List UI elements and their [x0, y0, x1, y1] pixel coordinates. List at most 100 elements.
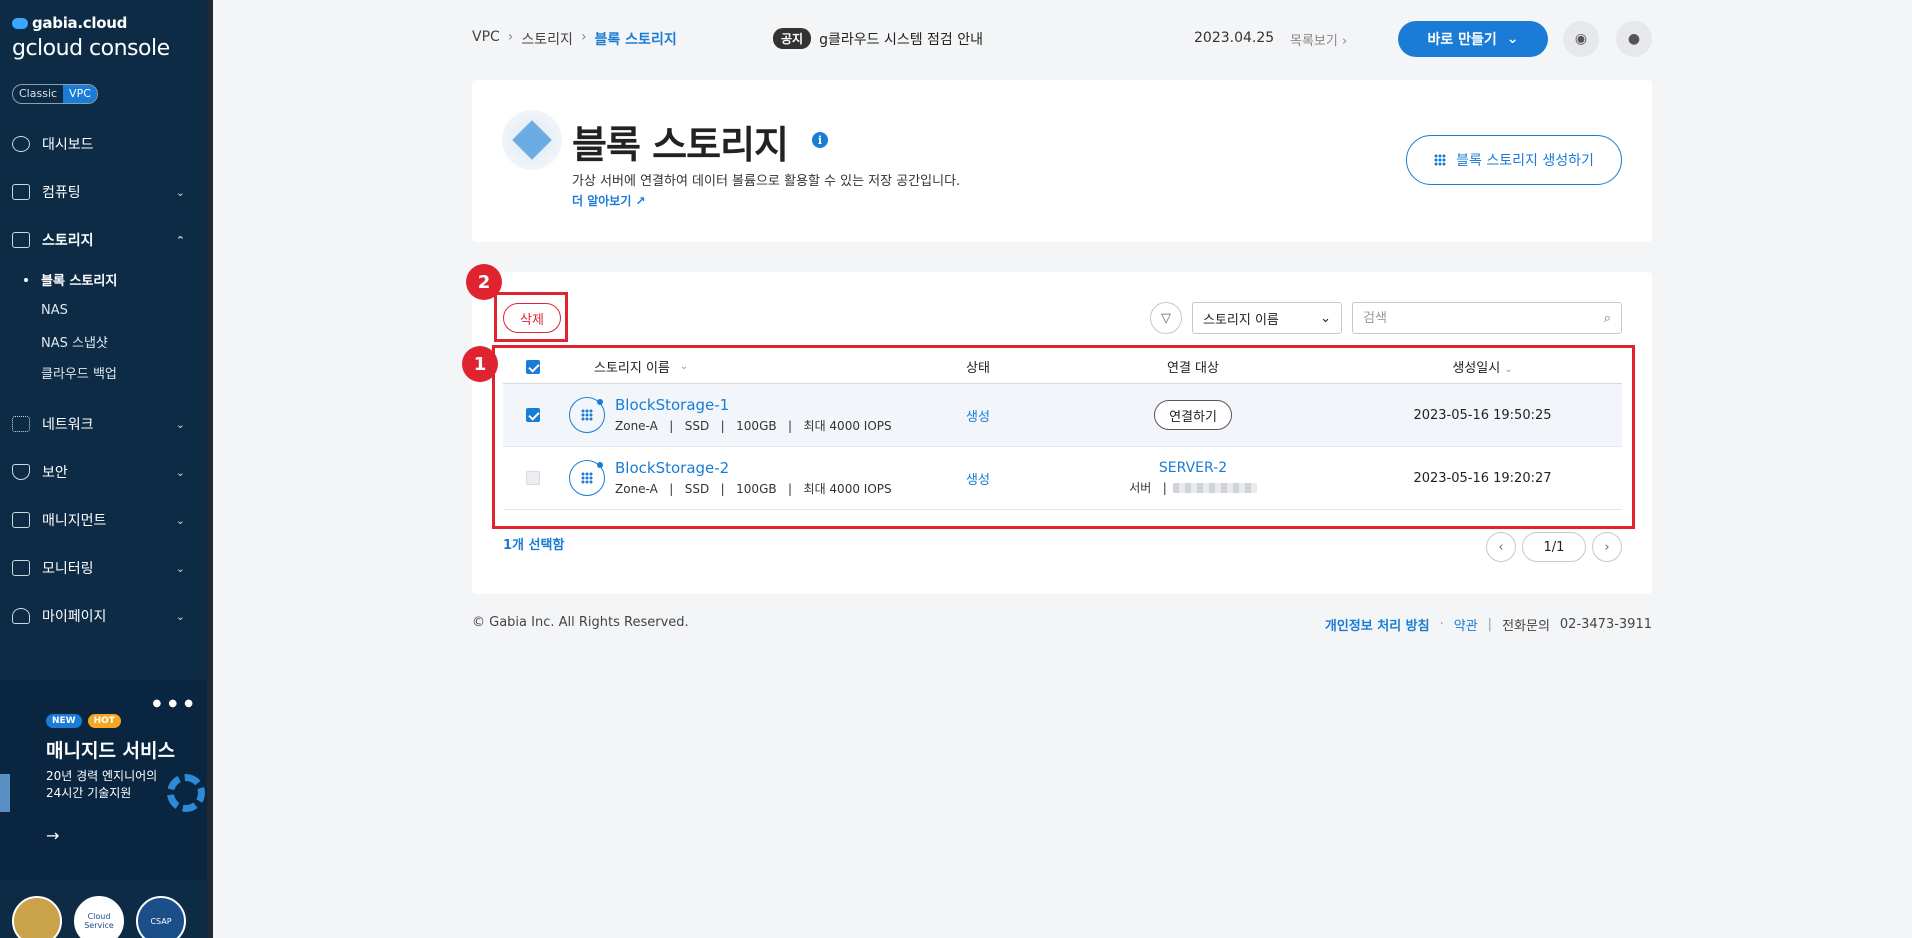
mode-classic[interactable]: Classic	[13, 85, 63, 103]
notice-date: 2023.04.25	[1194, 30, 1275, 46]
col-header-name[interactable]: 스토리지 이름 ⌄	[563, 357, 913, 376]
dashboard-icon	[12, 136, 30, 152]
grid-icon	[1434, 154, 1447, 166]
network-icon	[12, 416, 30, 432]
page-title: 블록 스토리지	[572, 123, 789, 167]
quick-create-button[interactable]: 바로 만들기 ⌄	[1398, 21, 1548, 57]
pagination: ‹ 1/1 ›	[1486, 532, 1622, 562]
footer-links: 개인정보 처리 방침 · 약관 | 전화문의 02-3473-3911	[1325, 615, 1652, 634]
sort-icon[interactable]: ⌄	[680, 361, 688, 372]
sidebar-item-security[interactable]: 보안 ⌄	[0, 448, 207, 496]
breadcrumb-storage[interactable]: 스토리지	[521, 29, 573, 49]
col-header-date[interactable]: 생성일시 ⌄	[1343, 357, 1622, 376]
table-row[interactable]: BlockStorage-2 Zone-A | SSD | 100GB | 최대…	[503, 447, 1622, 510]
breadcrumb: VPC › 스토리지 › 블록 스토리지	[472, 29, 677, 49]
status-text: 생성	[966, 472, 990, 488]
connect-button[interactable]: 연결하기	[1154, 400, 1232, 430]
server-link[interactable]: SERVER-2	[1159, 460, 1227, 476]
sidebar-subitem-block-storage[interactable]: 블록 스토리지	[0, 264, 207, 295]
privacy-policy-link[interactable]: 개인정보 처리 방침	[1325, 615, 1430, 634]
chip-icon	[12, 184, 30, 200]
col-header-status: 상태	[966, 361, 990, 376]
cloud-service-cert-badge: Cloud Service	[74, 896, 124, 938]
row-checkbox[interactable]	[526, 471, 540, 485]
storage-list-card: 삭제 2 ▽ 스토리지 이름 ⌄ ⌕ 1 스토리지 이름 ⌄ 상태 연결 대상 …	[462, 264, 1652, 594]
shield-icon	[12, 464, 30, 480]
create-block-storage-button[interactable]: 블록 스토리지 생성하기	[1406, 135, 1622, 185]
search-box[interactable]: ⌕	[1352, 302, 1622, 334]
user-icon: ●	[1627, 31, 1641, 47]
sidebar-scrollbar[interactable]	[207, 0, 213, 938]
filter-button[interactable]: ▽	[1150, 302, 1182, 334]
storage-name-link[interactable]: BlockStorage-1	[615, 396, 892, 414]
footer-dot: ·	[1439, 617, 1444, 632]
sidebar-nav: 대시보드 컴퓨팅 ⌄ 스토리지 ⌃ 블록 스토리지 NAS NAS 스냅샷 클라…	[0, 120, 207, 640]
storage-name-link[interactable]: BlockStorage-2	[615, 459, 892, 477]
promo-desc: 20년 경력 엔지니어의 24시간 기술지원	[46, 769, 158, 800]
promo-badges: NEW HOT	[46, 714, 121, 728]
arrow-right-icon[interactable]: →	[46, 826, 59, 845]
chat-button[interactable]: ◉	[1563, 21, 1599, 57]
server-meta: 서버 |	[1129, 479, 1257, 496]
storage-row-icon	[569, 460, 605, 496]
footer-divider: |	[1487, 617, 1493, 632]
user-icon	[12, 608, 30, 624]
sidebar-item-management[interactable]: 매니지먼트 ⌄	[0, 496, 207, 544]
selected-count: 1개 선택함	[503, 538, 565, 553]
search-icon[interactable]: ⌕	[1604, 311, 1611, 326]
sidebar-item-storage[interactable]: 스토리지 ⌃	[0, 216, 207, 264]
sidebar-subitem-nas[interactable]: NAS	[0, 295, 207, 326]
annotation-box-2	[494, 292, 568, 342]
phone-number: 02-3473-3911	[1559, 617, 1652, 632]
sidebar-item-monitoring[interactable]: 모니터링 ⌄	[0, 544, 207, 592]
sidebar: gabia.cloud gcloud console Classic VPC 대…	[0, 0, 207, 938]
col-header-target: 연결 대상	[1167, 361, 1219, 376]
row-checkbox[interactable]	[526, 408, 540, 422]
notice-text[interactable]: g클라우드 시스템 점검 안내	[819, 29, 983, 49]
sort-icon[interactable]: ⌄	[1504, 364, 1512, 375]
redacted-ip	[1172, 482, 1257, 493]
mode-toggle[interactable]: Classic VPC	[12, 84, 98, 104]
footer-copyright: © Gabia Inc. All Rights Reserved.	[472, 615, 689, 630]
phone-label: 전화문의	[1502, 619, 1550, 634]
csap-cert-badge: CSAP	[136, 896, 186, 938]
sidebar-subitem-nas-snapshot[interactable]: NAS 스냅샷	[0, 326, 207, 357]
breadcrumb-block-storage[interactable]: 블록 스토리지	[595, 29, 677, 49]
chat-icon: ◉	[1574, 31, 1588, 47]
table-row[interactable]: BlockStorage-1 Zone-A | SSD | 100GB | 최대…	[503, 384, 1622, 447]
search-input[interactable]	[1363, 310, 1573, 326]
breadcrumb-vpc[interactable]: VPC	[472, 29, 500, 49]
breadcrumb-separator: ›	[580, 29, 587, 45]
gabia-cloud-logo[interactable]: gabia.cloud	[12, 14, 127, 32]
sidebar-subitem-cloud-backup[interactable]: 클라우드 백업	[0, 357, 207, 388]
next-page-button[interactable]: ›	[1592, 532, 1622, 562]
hot-badge: HOT	[87, 714, 121, 728]
gear-icon	[167, 774, 205, 812]
gcloud-console-logo[interactable]: gcloud console	[12, 36, 170, 61]
status-text: 생성	[966, 409, 990, 425]
sidebar-item-network[interactable]: 네트워크 ⌄	[0, 400, 207, 448]
notice-list-link[interactable]: 목록보기 ›	[1290, 30, 1347, 49]
sidebar-item-computing[interactable]: 컴퓨팅 ⌄	[0, 168, 207, 216]
created-date: 2023-05-16 19:20:27	[1413, 470, 1552, 486]
notice-tag: 공지	[773, 28, 812, 49]
management-icon	[12, 512, 30, 528]
search-field-select[interactable]: 스토리지 이름 ⌄	[1192, 302, 1342, 334]
terms-link[interactable]: 약관	[1454, 615, 1478, 634]
prev-page-button[interactable]: ‹	[1486, 532, 1516, 562]
block-storage-icon	[502, 110, 562, 170]
mode-vpc[interactable]: VPC	[63, 85, 97, 103]
sidebar-item-dashboard[interactable]: 대시보드	[0, 120, 207, 168]
promo-banner[interactable]: ● ● ● NEW HOT 매니지드 서비스 20년 경력 엔지니어의 24시간…	[0, 680, 207, 880]
select-all-checkbox[interactable]	[526, 359, 540, 374]
chevron-up-icon: ⌃	[175, 233, 185, 247]
profile-button[interactable]: ●	[1616, 21, 1652, 57]
sidebar-item-mypage[interactable]: 마이페이지 ⌄	[0, 592, 207, 640]
info-icon[interactable]: i	[812, 132, 828, 148]
new-badge: NEW	[46, 714, 82, 728]
learn-more-link[interactable]: 더 알아보기 ↗	[572, 192, 646, 209]
annotation-number-2: 2	[466, 264, 502, 300]
carousel-dots[interactable]: ● ● ●	[152, 698, 195, 709]
notice[interactable]: 공지 g클라우드 시스템 점검 안내	[773, 28, 983, 49]
storage-meta: Zone-A | SSD | 100GB | 최대 4000 IOPS	[615, 482, 892, 496]
